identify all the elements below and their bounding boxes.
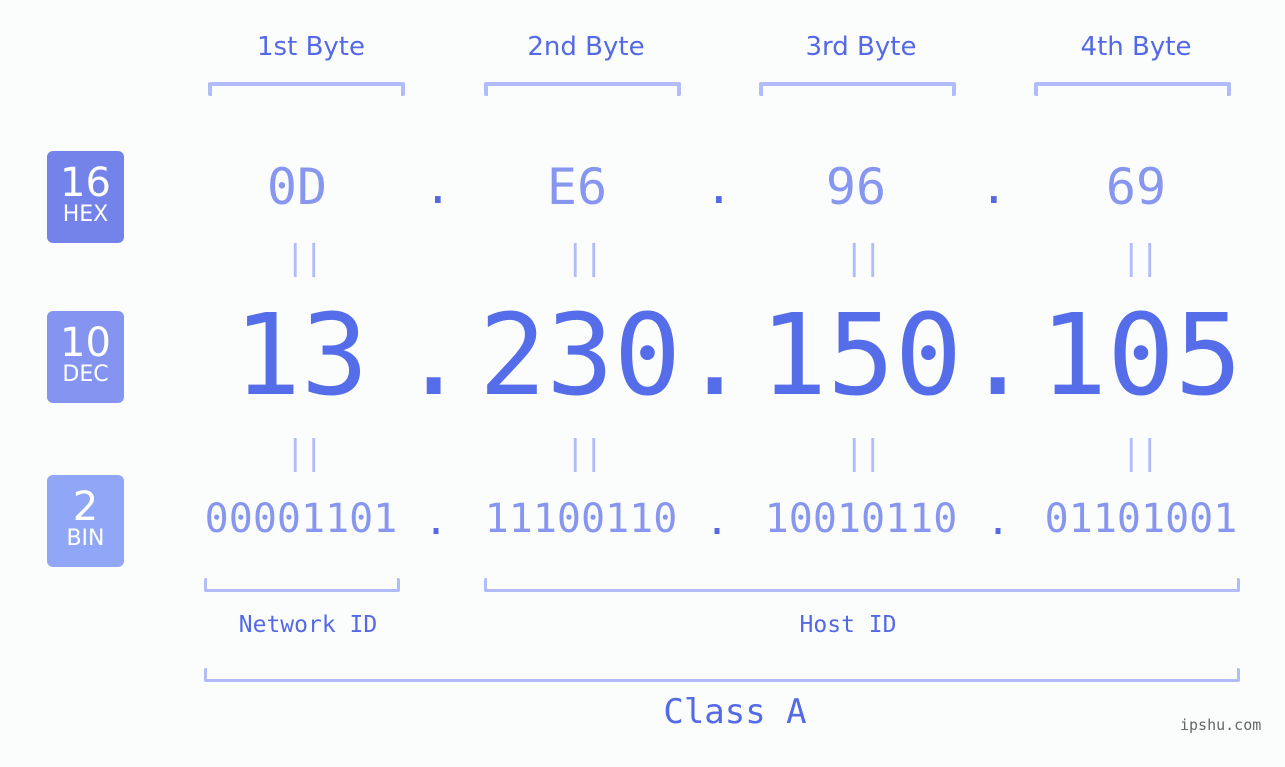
dec-badge: 10 DEC [47,311,124,403]
bin-separator-2: . [705,498,730,544]
byte-bracket-3 [759,82,956,96]
byte-label-2: 2nd Byte [527,32,645,62]
byte-bracket-4 [1034,82,1231,96]
bin-separator-1: . [424,498,449,544]
dec-byte-2: 230 [478,291,682,421]
bin-separator-3: . [986,498,1011,544]
byte-label-4: 4th Byte [1080,32,1192,62]
byte-label-3: 3rd Byte [805,32,917,62]
dec-badge-label: DEC [62,362,109,387]
byte-bracket-2 [484,82,681,96]
class-bracket [204,668,1240,682]
bin-badge: 2 BIN [47,475,124,567]
byte-label-1: 1st Byte [257,32,365,62]
equals-sign: || [1121,238,1160,278]
bin-byte-1: 00001101 [204,496,398,542]
equals-sign: || [285,238,324,278]
equals-sign: || [565,238,604,278]
hex-byte-4: 69 [1105,158,1167,216]
hex-badge: 16 HEX [47,151,124,243]
host-id-label: Host ID [799,612,897,638]
hex-badge-base: 16 [60,160,111,206]
bin-byte-4: 01101001 [1044,496,1238,542]
hex-separator-1: . [424,160,452,214]
dec-separator-1: . [400,291,468,421]
bin-byte-3: 10010110 [764,496,958,542]
hex-separator-3: . [980,160,1008,214]
bin-badge-label: BIN [66,526,105,551]
dec-byte-1: 13 [233,291,369,421]
byte-bracket-1 [208,82,405,96]
hex-byte-2: E6 [546,158,608,216]
dec-separator-2: . [681,291,749,421]
host-id-bracket [484,578,1240,592]
dec-badge-base: 10 [60,320,111,366]
class-label: Class A [663,692,807,732]
dec-byte-3: 150 [759,291,963,421]
hex-separator-2: . [705,160,733,214]
hex-byte-1: 0D [266,158,328,216]
equals-sign: || [844,238,883,278]
equals-sign: || [1121,433,1160,473]
bin-byte-2: 11100110 [484,496,678,542]
equals-sign: || [565,433,604,473]
dec-byte-4: 105 [1039,291,1243,421]
bin-badge-base: 2 [72,484,99,530]
watermark: ipshu.com [1180,716,1262,734]
network-id-bracket [204,578,400,592]
equals-sign: || [285,433,324,473]
hex-byte-3: 96 [825,158,887,216]
hex-badge-label: HEX [62,202,109,227]
dec-separator-3: . [964,291,1032,421]
equals-sign: || [844,433,883,473]
network-id-label: Network ID [238,612,378,638]
